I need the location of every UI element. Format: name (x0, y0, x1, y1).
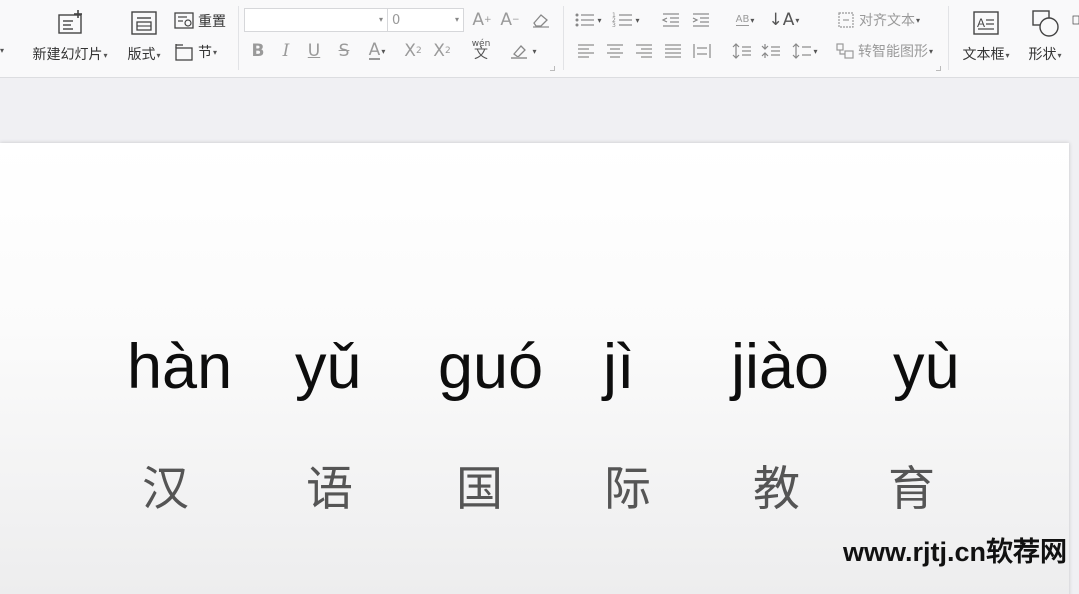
hanzi-guo[interactable]: 国 (456, 462, 503, 518)
layout-label: 版式 (127, 47, 156, 63)
reset-icon (174, 12, 194, 29)
hanzi-ji[interactable]: 际 (604, 462, 651, 518)
highlight-color-icon[interactable]: ▾ (506, 40, 540, 62)
new-slide-icon (58, 10, 82, 34)
section-icon (175, 44, 193, 61)
font-dialog-launcher-icon[interactable] (550, 66, 555, 71)
increase-indent-icon[interactable] (689, 9, 713, 31)
line-spacing-options-icon[interactable]: ▾ (789, 40, 821, 62)
pinyin-guide-icon: 文 (474, 46, 488, 62)
smartart-icon (836, 43, 854, 59)
textbox-icon: A (973, 11, 999, 35)
reset-label: 重置 (198, 14, 226, 30)
distribute-icon[interactable] (691, 40, 713, 62)
chevron-down-icon: ▾ (213, 47, 218, 57)
subscript-icon[interactable]: X2 (430, 40, 454, 62)
svg-text:A: A (977, 16, 985, 30)
shape-button[interactable]: 形状▾ (1022, 6, 1068, 70)
site-watermark: www.rjtj.cn软荐网 (843, 537, 1068, 567)
new-slide-label: 新建幻灯片 (32, 47, 103, 63)
decrease-font-size-icon[interactable]: A − (499, 9, 521, 31)
section-button[interactable]: 节 ▾ (173, 40, 217, 64)
chevron-down-icon: ▾ (378, 15, 383, 24)
chevron-down-icon: ▾ (156, 50, 161, 60)
ribbon-divider (948, 6, 949, 70)
layout-icon (131, 11, 157, 35)
smartart-label: 转智能图形 (857, 44, 928, 60)
sort-line-icon[interactable]: ↓A ▾ (768, 9, 800, 31)
decrease-indent-icon[interactable] (659, 9, 683, 31)
reset-button[interactable]: 重置 (173, 9, 226, 33)
pinyin-han[interactable]: hàn (127, 330, 232, 404)
text-direction-button[interactable]: AB ▾ (728, 9, 762, 31)
superscript-icon[interactable]: X2 (401, 40, 425, 62)
paragraph-dialog-launcher-icon[interactable] (936, 66, 941, 71)
ribbon-divider (563, 6, 564, 70)
justify-icon[interactable] (662, 40, 684, 62)
pinyin-ji[interactable]: jì (603, 330, 635, 404)
pinyin-jiao[interactable]: jiào (731, 330, 829, 404)
align-right-icon[interactable] (633, 40, 655, 62)
align-text-icon (838, 12, 854, 28)
increase-font-size-icon[interactable]: A + (471, 9, 493, 31)
align-text-label: 对齐文本 (858, 13, 915, 29)
shape-icon (1032, 10, 1059, 37)
pinyin-yu2[interactable]: yù (893, 330, 960, 404)
pinyin-guo[interactable]: guó (438, 330, 543, 404)
hanzi-yu[interactable]: 语 (306, 462, 353, 518)
hanzi-yu2[interactable]: 育 (888, 462, 935, 518)
font-size-select[interactable]: 0 ▾ (387, 8, 464, 32)
textbox-label: 文本框 (962, 47, 1005, 63)
align-center-icon[interactable] (604, 40, 626, 62)
chevron-down-icon: ▾ (103, 50, 108, 60)
pinyin-guide-button[interactable]: wén 文 (466, 38, 496, 62)
chevron-down-icon: ▾ (1057, 50, 1062, 60)
align-left-icon[interactable] (575, 40, 597, 62)
bold-icon[interactable]: B (248, 40, 268, 62)
font-size-value: 0 (392, 12, 401, 28)
hanzi-jiao[interactable]: 教 (753, 462, 800, 518)
pinyin-yu[interactable]: yǔ (295, 330, 362, 404)
svg-text:3: 3 (612, 22, 616, 29)
convert-smartart-button[interactable]: 转智能图形 ▾ (828, 40, 940, 62)
font-name-select[interactable]: ▾ (244, 8, 388, 32)
strikethrough-icon[interactable]: S (334, 40, 354, 62)
new-slide-button[interactable]: 新建幻灯片▾ (26, 6, 114, 70)
line-spacing-icon[interactable] (731, 40, 753, 62)
next-group-icon[interactable] (1072, 10, 1079, 30)
section-label: 节 (198, 45, 212, 61)
ribbon-divider (238, 6, 239, 70)
underline-icon[interactable]: U (304, 40, 324, 62)
ribbon-toolbar: ▾ 新建幻灯片▾ 版式▾ 重置 节 ▾ ▾ 0 ▾ A + A − B I U … (0, 0, 1079, 78)
shape-label: 形状 (1028, 47, 1057, 63)
numbering-icon[interactable]: 1 2 3 ▾ (610, 9, 642, 31)
align-text-button[interactable]: 对齐文本 ▾ (828, 9, 928, 31)
bullets-icon[interactable]: ▾ (572, 9, 604, 31)
chevron-down-icon: ▾ (1005, 50, 1010, 60)
clear-format-eraser-icon[interactable] (530, 9, 552, 31)
textbox-button[interactable]: A 文本框▾ (956, 6, 1016, 70)
font-color-icon[interactable]: A ▾ (363, 40, 391, 62)
text-direction-label: AB (735, 14, 750, 26)
chevron-down-icon: ▾ (454, 15, 459, 24)
paragraph-spacing-icon[interactable] (760, 40, 782, 62)
previous-group-caret-icon[interactable]: ▾ (0, 46, 4, 55)
hanzi-han[interactable]: 汉 (142, 462, 189, 518)
italic-icon[interactable]: I (276, 40, 296, 62)
layout-button[interactable]: 版式▾ (122, 6, 166, 70)
